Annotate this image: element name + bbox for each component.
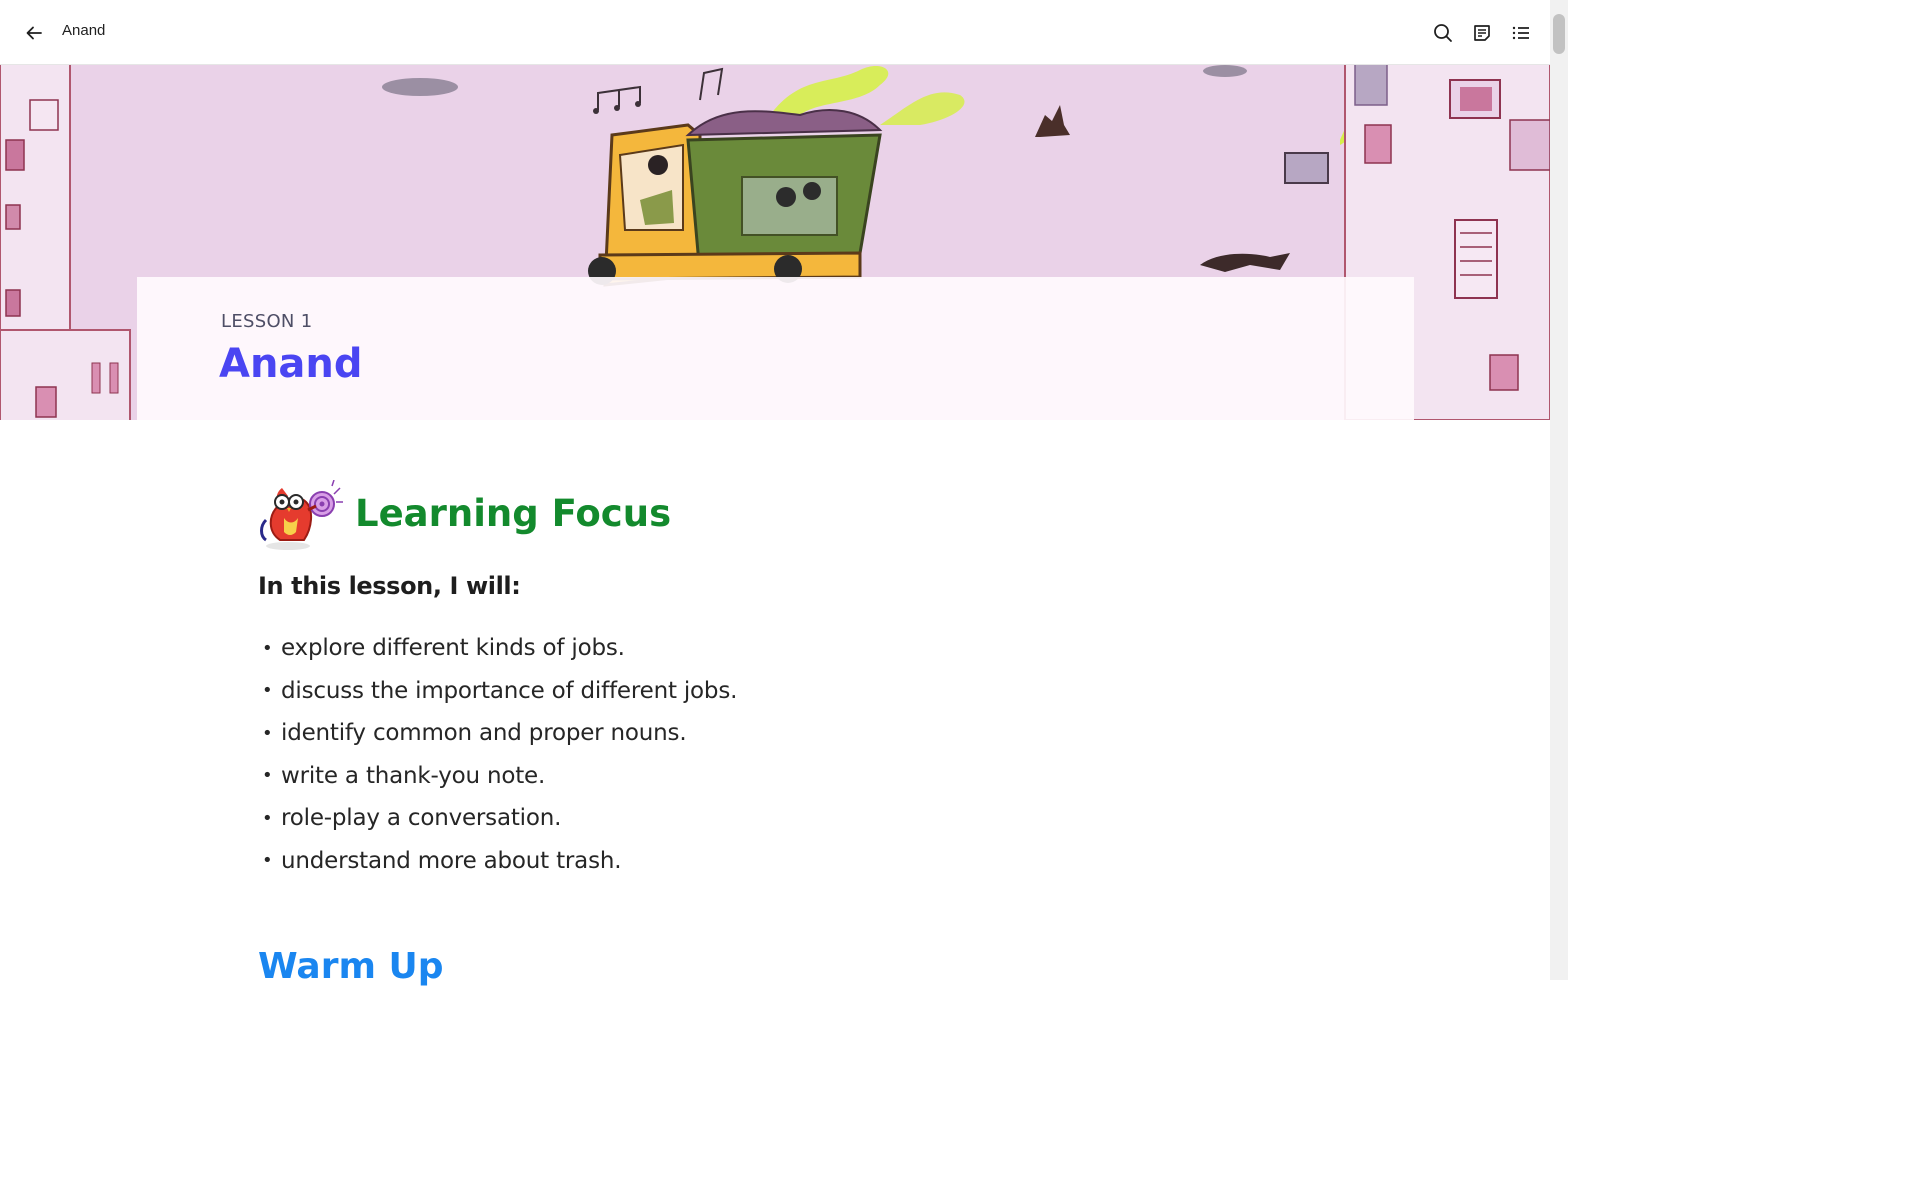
back-arrow-icon bbox=[26, 26, 42, 40]
list-item: • write a thank-you note. bbox=[262, 762, 546, 789]
scrollbar-thumb[interactable] bbox=[1553, 14, 1565, 54]
search-icon bbox=[1434, 24, 1452, 42]
learning-focus-intro: In this lesson, I will: bbox=[258, 572, 521, 600]
notes-button[interactable] bbox=[1470, 21, 1494, 45]
list-item: • discuss the importance of different job… bbox=[262, 677, 738, 704]
lesson-hero-banner: LESSON 1 Anand bbox=[0, 65, 1550, 420]
list-item: • understand more about trash. bbox=[262, 847, 622, 874]
list-item: • role-play a conversation. bbox=[262, 805, 562, 832]
warm-up-heading: Warm Up bbox=[258, 946, 444, 987]
list-item: • identify common and proper nouns. bbox=[262, 720, 687, 747]
contents-button[interactable] bbox=[1509, 21, 1533, 45]
list-item: • explore different kinds of jobs. bbox=[262, 635, 625, 662]
back-button[interactable] bbox=[22, 21, 46, 45]
lesson-title-card: LESSON 1 Anand bbox=[137, 277, 1414, 420]
learning-goals-list: • explore different kinds of jobs. • discu… bbox=[262, 627, 737, 882]
lesson-number-label: LESSON 1 bbox=[221, 311, 313, 332]
page-scrollbar[interactable] bbox=[1550, 0, 1568, 980]
book-title: Anand bbox=[62, 22, 106, 39]
lesson-title: Anand bbox=[219, 341, 363, 387]
contents-list-icon bbox=[1512, 26, 1529, 40]
top-app-bar: Anand bbox=[0, 0, 1550, 65]
owl-mascot-icon bbox=[260, 480, 343, 550]
notes-icon bbox=[1474, 25, 1490, 41]
learning-focus-heading: Learning Focus bbox=[355, 492, 672, 535]
search-button[interactable] bbox=[1431, 21, 1455, 45]
learning-focus-mascot bbox=[258, 480, 344, 552]
